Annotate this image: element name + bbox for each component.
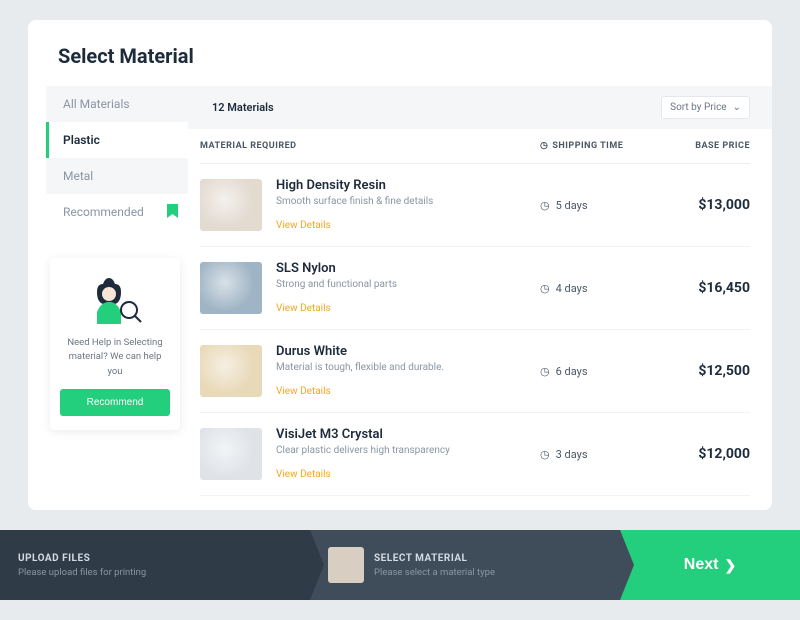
step-select-material[interactable]: SELECT MATERIAL Please select a material… [310, 530, 620, 600]
tab-metal[interactable]: Metal [46, 158, 188, 194]
view-details-link[interactable]: View Details [276, 220, 331, 231]
material-info: Durus White Material is tough, flexible … [276, 344, 540, 398]
tab-all-materials[interactable]: All Materials [46, 86, 188, 122]
step-subtitle: Please upload files for printing [18, 567, 146, 578]
table-row[interactable]: Durus White Material is tough, flexible … [200, 330, 750, 413]
material-info: SLS Nylon Strong and functional parts Vi… [276, 261, 540, 315]
shipping-time: ◷4 days [540, 282, 650, 295]
view-details-link[interactable]: View Details [276, 469, 331, 480]
material-desc: Smooth surface finish & fine details [276, 196, 540, 207]
material-thumbnail [200, 179, 262, 231]
material-rows: High Density Resin Smooth surface finish… [200, 164, 750, 496]
tab-label: Metal [63, 169, 93, 183]
step-text: UPLOAD FILES Please upload files for pri… [18, 553, 146, 578]
tab-label: Recommended [63, 205, 144, 219]
col-price: BASE PRICE [650, 141, 750, 151]
base-price: $13,000 [650, 197, 750, 213]
base-price: $12,000 [650, 446, 750, 462]
material-thumbnail [200, 428, 262, 480]
clock-icon: ◷ [540, 141, 548, 151]
view-details-link[interactable]: View Details [276, 303, 331, 314]
material-desc: Strong and functional parts [276, 279, 540, 290]
material-name: SLS Nylon [276, 261, 540, 276]
sort-dropdown[interactable]: Sort by Price ⌄ [661, 96, 750, 119]
tab-plastic[interactable]: Plastic [46, 122, 188, 158]
material-desc: Material is tough, flexible and durable. [276, 362, 540, 373]
step-subtitle: Please select a material type [374, 567, 495, 578]
material-thumbnail [200, 345, 262, 397]
material-name: VisiJet M3 Crystal [276, 427, 540, 442]
material-thumbnail [200, 262, 262, 314]
help-text: Need Help in Selecting material? We can … [60, 336, 170, 379]
col-material: MATERIAL REQUIRED [200, 141, 540, 151]
next-button[interactable]: Next ❯ [620, 530, 800, 600]
step-text: SELECT MATERIAL Please select a material… [374, 553, 495, 578]
material-count: 12 Materials [212, 101, 274, 114]
shipping-time: ◷6 days [540, 365, 650, 378]
clock-icon: ◷ [540, 365, 550, 378]
shipping-time: ◷5 days [540, 199, 650, 212]
content-area: All Materials Plastic Metal Recommended [28, 86, 772, 510]
material-name: High Density Resin [276, 178, 540, 193]
step-title: UPLOAD FILES [18, 553, 146, 564]
material-info: VisiJet M3 Crystal Clear plastic deliver… [276, 427, 540, 481]
table-row[interactable]: High Density Resin Smooth surface finish… [200, 164, 750, 247]
column-headers: MATERIAL REQUIRED ◷SHIPPING TIME BASE PR… [200, 129, 750, 164]
sort-label: Sort by Price [670, 102, 726, 113]
recommend-button[interactable]: Recommend [60, 389, 170, 416]
clock-icon: ◷ [540, 199, 550, 212]
step-title: SELECT MATERIAL [374, 553, 495, 564]
view-details-link[interactable]: View Details [276, 386, 331, 397]
base-price: $12,500 [650, 363, 750, 379]
table-row[interactable]: SLS Nylon Strong and functional parts Vi… [200, 247, 750, 330]
tab-recommended[interactable]: Recommended [46, 194, 188, 230]
clock-icon: ◷ [540, 448, 550, 461]
shipping-time: ◷3 days [540, 448, 650, 461]
bookmark-icon [167, 204, 178, 222]
help-illustration [83, 272, 147, 328]
tab-label: All Materials [63, 97, 130, 111]
material-info: High Density Resin Smooth surface finish… [276, 178, 540, 232]
clock-icon: ◷ [540, 282, 550, 295]
material-list: 12 Materials Sort by Price ⌄ MATERIAL RE… [188, 86, 772, 510]
step-thumbnail [328, 547, 364, 583]
sidebar: All Materials Plastic Metal Recommended [28, 86, 188, 510]
chevron-down-icon: ⌄ [733, 102, 741, 113]
step-upload-files[interactable]: UPLOAD FILES Please upload files for pri… [0, 530, 310, 600]
chevron-right-icon: ❯ [724, 557, 736, 574]
table-row[interactable]: VisiJet M3 Crystal Clear plastic deliver… [200, 413, 750, 496]
col-shipping: ◷SHIPPING TIME [540, 141, 650, 151]
next-label: Next [684, 556, 719, 574]
main-card: Select Material All Materials Plastic Me… [28, 20, 772, 510]
help-box: Need Help in Selecting material? We can … [50, 258, 180, 430]
material-name: Durus White [276, 344, 540, 359]
material-desc: Clear plastic delivers high transparency [276, 445, 540, 456]
base-price: $16,450 [650, 280, 750, 296]
category-tabs: All Materials Plastic Metal Recommended [46, 86, 188, 230]
tab-label: Plastic [63, 133, 100, 147]
list-header: 12 Materials Sort by Price ⌄ [188, 86, 772, 129]
page-title: Select Material [28, 20, 772, 86]
wizard-stepper: UPLOAD FILES Please upload files for pri… [0, 530, 800, 600]
